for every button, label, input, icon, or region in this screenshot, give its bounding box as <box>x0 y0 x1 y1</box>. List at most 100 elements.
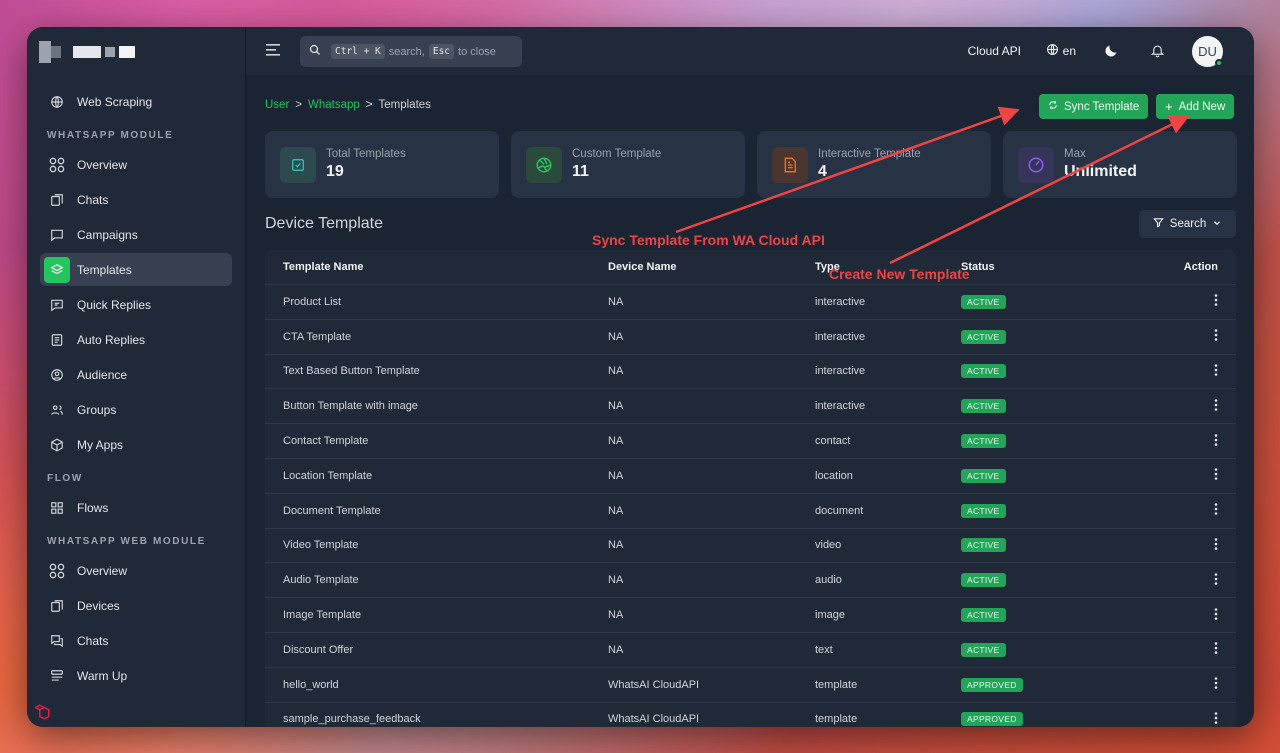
table-row[interactable]: sample_purchase_feedback WhatsAI CloudAP… <box>265 701 1236 727</box>
avatar[interactable]: DU <box>1192 36 1223 67</box>
cloud-api-link[interactable]: Cloud API <box>968 44 1021 58</box>
status-badge: ACTIVE <box>961 503 1006 518</box>
add-new-button[interactable]: + Add New <box>1156 94 1235 119</box>
more-vertical-icon[interactable] <box>1214 642 1218 657</box>
sidebar-item-web-scraping[interactable]: Web Scraping <box>40 85 232 118</box>
sidebar-item-label: Quick Replies <box>77 297 152 312</box>
more-vertical-icon[interactable] <box>1214 398 1218 414</box>
chevron-down-icon <box>1212 218 1222 231</box>
filter-icon <box>1152 217 1164 231</box>
sidebar-item-templates[interactable]: Templates <box>40 253 232 286</box>
template-name-cell: Audio Template <box>283 574 359 587</box>
status-cell: ACTIVE <box>961 538 1161 553</box>
sidebar-item-chats[interactable]: Chats <box>40 624 232 657</box>
breadcrumb-whatsapp[interactable]: Whatsapp <box>308 99 360 111</box>
more-vertical-icon[interactable] <box>1214 538 1218 553</box>
moon-icon[interactable] <box>1104 43 1120 59</box>
sidebar-section-title: WHATSAPP MODULE <box>47 130 174 141</box>
add-new-label: Add New <box>1178 100 1226 113</box>
sidebar-item-groups[interactable]: Groups <box>40 393 232 426</box>
more-vertical-icon[interactable] <box>1214 712 1218 727</box>
table-row[interactable]: Location Template NA location ACTIVE <box>265 457 1236 493</box>
table-row[interactable]: Text Based Button Template NA interactiv… <box>265 353 1236 389</box>
language-selector[interactable]: en <box>1046 43 1076 59</box>
status-badge: ACTIVE <box>961 364 1006 379</box>
search-input[interactable]: Ctrl + K search, Esc to close <box>300 36 522 67</box>
more-vertical-icon[interactable] <box>1214 677 1218 692</box>
file-icon <box>772 146 808 183</box>
more-vertical-icon[interactable] <box>1214 433 1218 449</box>
type-cell: interactive <box>815 365 866 378</box>
table-row[interactable]: Button Template with image NA interactiv… <box>265 388 1236 424</box>
status-badge: ACTIVE <box>961 538 1006 553</box>
gauge-icon <box>1018 146 1054 183</box>
type-cell: audio <box>815 574 842 587</box>
message-reply-icon <box>48 296 66 314</box>
table-row[interactable]: Discount Offer NA text ACTIVE <box>265 631 1236 667</box>
sync-template-label: Sync Template <box>1064 100 1140 113</box>
table-row[interactable]: Video Template NA video ACTIVE <box>265 527 1236 563</box>
type-cell: contact <box>815 435 851 448</box>
more-vertical-icon[interactable] <box>1214 294 1218 309</box>
document-icon <box>48 331 66 349</box>
action-cell <box>1161 642 1236 657</box>
status-cell: APPROVED <box>961 712 1161 727</box>
avatar-initials: DU <box>1198 44 1217 59</box>
menu-icon[interactable] <box>266 43 282 57</box>
more-vertical-icon[interactable] <box>1214 572 1218 588</box>
table-row[interactable]: Contact Template NA contact ACTIVE <box>265 423 1236 458</box>
sidebar-nav: WEB SCRAPING Web Scraping WHATSAPP MODUL… <box>27 75 245 727</box>
status-badge: ACTIVE <box>961 434 1006 449</box>
sidebar-item-label: Overview <box>77 157 128 172</box>
sidebar-section-title: FLOW <box>47 473 83 484</box>
template-name-cell: Contact Template <box>283 435 369 448</box>
more-vertical-icon[interactable] <box>1214 468 1218 483</box>
status-cell: ACTIVE <box>961 364 1161 379</box>
search-filter-button[interactable]: Search <box>1139 210 1236 238</box>
chats-icon <box>48 632 66 650</box>
sidebar-item-label: Chats <box>77 192 109 207</box>
more-vertical-icon[interactable] <box>1214 503 1218 518</box>
action-cell <box>1161 329 1236 344</box>
action-cell <box>1161 677 1236 692</box>
stat-card: Custom Template 11 <box>511 131 745 198</box>
shortcut-key: Ctrl + K <box>331 44 385 59</box>
header-template-name: Template Name <box>283 261 364 273</box>
table-row[interactable]: Audio Template NA audio ACTIVE <box>265 562 1236 598</box>
sidebar-item-devices[interactable]: Devices <box>40 589 232 622</box>
sidebar-item-overview[interactable]: Overview <box>40 148 232 181</box>
action-cell <box>1161 538 1236 553</box>
sidebar-item-auto-replies[interactable]: Auto Replies <box>40 323 232 356</box>
table-row[interactable]: Document Template NA document ACTIVE <box>265 492 1236 528</box>
action-cell <box>1161 712 1236 727</box>
sidebar-item-warm-up[interactable]: Warm Up <box>40 659 232 692</box>
stat-card-title: Interactive Template <box>818 148 921 160</box>
table-row[interactable]: CTA Template NA interactive ACTIVE <box>265 318 1236 354</box>
breadcrumb-separator: > <box>365 99 373 111</box>
sync-template-button[interactable]: Sync Template <box>1039 94 1149 119</box>
table-row[interactable]: Product List NA interactive ACTIVE <box>265 284 1236 319</box>
sidebar-item-flows[interactable]: Flows <box>40 491 232 524</box>
sidebar-item-campaigns[interactable]: Campaigns <box>40 218 232 251</box>
sidebar-item-chats[interactable]: Chats <box>40 183 232 216</box>
breadcrumb-user[interactable]: User <box>265 99 289 111</box>
sidebar-item-overview[interactable]: Overview <box>40 554 232 587</box>
sidebar-item-my-apps[interactable]: My Apps <box>40 428 232 461</box>
breadcrumb-separator: > <box>295 99 302 111</box>
globe-icon <box>1046 43 1059 59</box>
breadcrumb-current: Templates <box>378 99 431 111</box>
sidebar-item-quick-replies[interactable]: Quick Replies <box>40 288 232 321</box>
more-vertical-icon[interactable] <box>1214 329 1218 344</box>
table-row[interactable]: hello_world WhatsAI CloudAPI template AP… <box>265 666 1236 702</box>
bell-icon[interactable] <box>1150 43 1166 59</box>
more-vertical-icon[interactable] <box>1214 607 1218 623</box>
search-button-label: Search <box>1169 218 1207 230</box>
checkbox-icon <box>280 146 316 183</box>
layers-icon <box>44 256 70 283</box>
sidebar-item-audience[interactable]: Audience <box>40 358 232 391</box>
template-name-cell: Document Template <box>283 504 381 517</box>
type-cell: interactive <box>815 295 866 308</box>
more-vertical-icon[interactable] <box>1214 364 1218 379</box>
header-status: Status <box>961 261 995 273</box>
table-row[interactable]: Image Template NA image ACTIVE <box>265 597 1236 632</box>
